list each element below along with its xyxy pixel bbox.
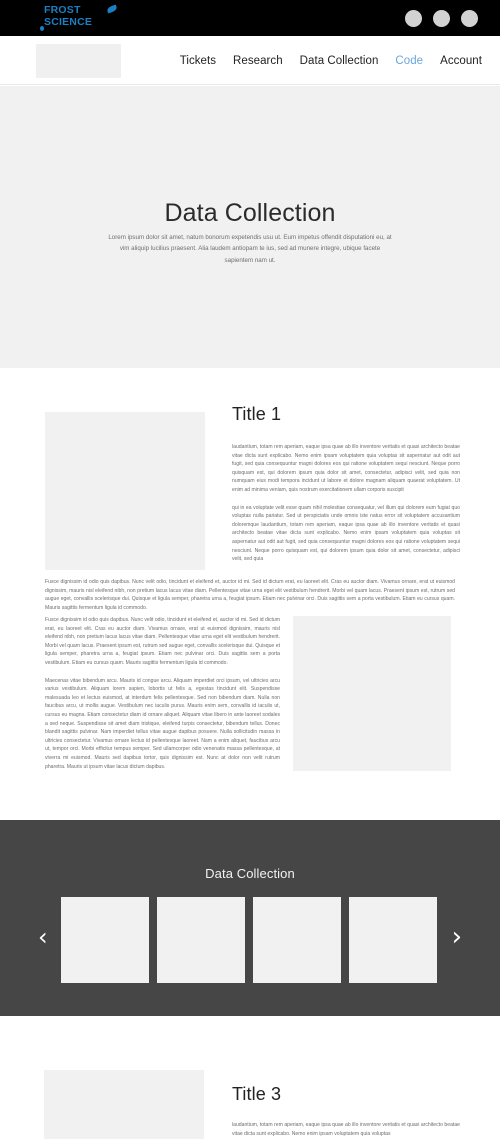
carousel-section: Data Collection ‹ › — [0, 820, 500, 1016]
section3-title: Title 3 — [232, 1084, 282, 1104]
page-title: Data Collection — [164, 199, 336, 227]
circle-button-3[interactable] — [461, 10, 478, 27]
section1-image-placeholder — [45, 412, 205, 570]
hero-section: Data Collection Lorem ipsum dolor sit am… — [0, 86, 500, 368]
section1-secondary-image-placeholder — [293, 616, 451, 771]
nav-item-account[interactable]: Account — [440, 55, 482, 67]
nav-logo-placeholder[interactable] — [36, 44, 121, 78]
top-utility-bar: FROST SCIENCE — [0, 0, 500, 36]
page-root: FROST SCIENCE Tickets Research Data Colle… — [0, 0, 500, 1139]
section1-column-paragraph-2: Maecenas vitae bibendum arcu. Mauris id … — [45, 677, 280, 770]
content-section-3: Title 3 laudantium, totam rem aperiam, e… — [0, 1016, 500, 1139]
section1-wide-paragraph: Fusce dignissim id odio quis dapibus. Nu… — [45, 579, 455, 611]
section1-paragraph-2: qui in ea voluptate velit esse quam nihi… — [232, 504, 460, 563]
nav-item-tickets[interactable]: Tickets — [180, 55, 216, 67]
nav-links: Tickets Research Data Collection Code Ac… — [180, 36, 482, 85]
carousel-next-icon[interactable]: › — [452, 924, 462, 950]
carousel-track — [61, 897, 437, 983]
logo-line-2: SCIENCE — [44, 15, 93, 28]
carousel-card-2[interactable] — [157, 897, 245, 983]
nav-item-data-collection[interactable]: Data Collection — [300, 55, 379, 67]
carousel-title: Data Collection — [205, 866, 295, 881]
section1-wide-text: Fusce dignissim id odio quis dapibus. Nu… — [45, 578, 455, 621]
logo-line-1: FROST — [44, 4, 81, 16]
carousel-card-4[interactable] — [349, 897, 437, 983]
main-navigation-bar: Tickets Research Data Collection Code Ac… — [0, 36, 500, 85]
circle-button-2[interactable] — [433, 10, 450, 27]
hero-subtitle: Lorem ipsum dolor sit amet, natum bonoru… — [108, 234, 392, 264]
circle-button-1[interactable] — [405, 10, 422, 27]
section3-image-placeholder — [44, 1070, 204, 1139]
logo-dot-icon — [40, 26, 44, 31]
nav-item-code[interactable]: Code — [395, 55, 423, 67]
nav-item-research[interactable]: Research — [233, 55, 283, 67]
section1-column-text: Fusce dignissim id odio quis dapibus. Nu… — [45, 616, 280, 780]
section1-title: Title 1 — [232, 404, 282, 424]
topbar-action-group — [405, 10, 478, 27]
section1-paragraph-1: laudantium, totam rem aperiam, eaque ips… — [232, 444, 460, 493]
frost-science-logo[interactable]: FROST SCIENCE — [40, 4, 118, 31]
section3-paragraph-1: laudantium, totam rem aperiam, eaque ips… — [232, 1122, 460, 1137]
carousel-card-1[interactable] — [61, 897, 149, 983]
content-section-1: Title 1 laudantium, totam rem aperiam, e… — [0, 368, 500, 820]
carousel-prev-icon[interactable]: ‹ — [38, 925, 48, 949]
section3-text-block: Title 3 laudantium, totam rem aperiam, e… — [232, 1084, 460, 1139]
section1-column-paragraph-1: Fusce dignissim id odio quis dapibus. Nu… — [45, 617, 280, 666]
section1-text-block: Title 1 laudantium, totam rem aperiam, e… — [232, 404, 460, 573]
carousel-card-3[interactable] — [253, 897, 341, 983]
